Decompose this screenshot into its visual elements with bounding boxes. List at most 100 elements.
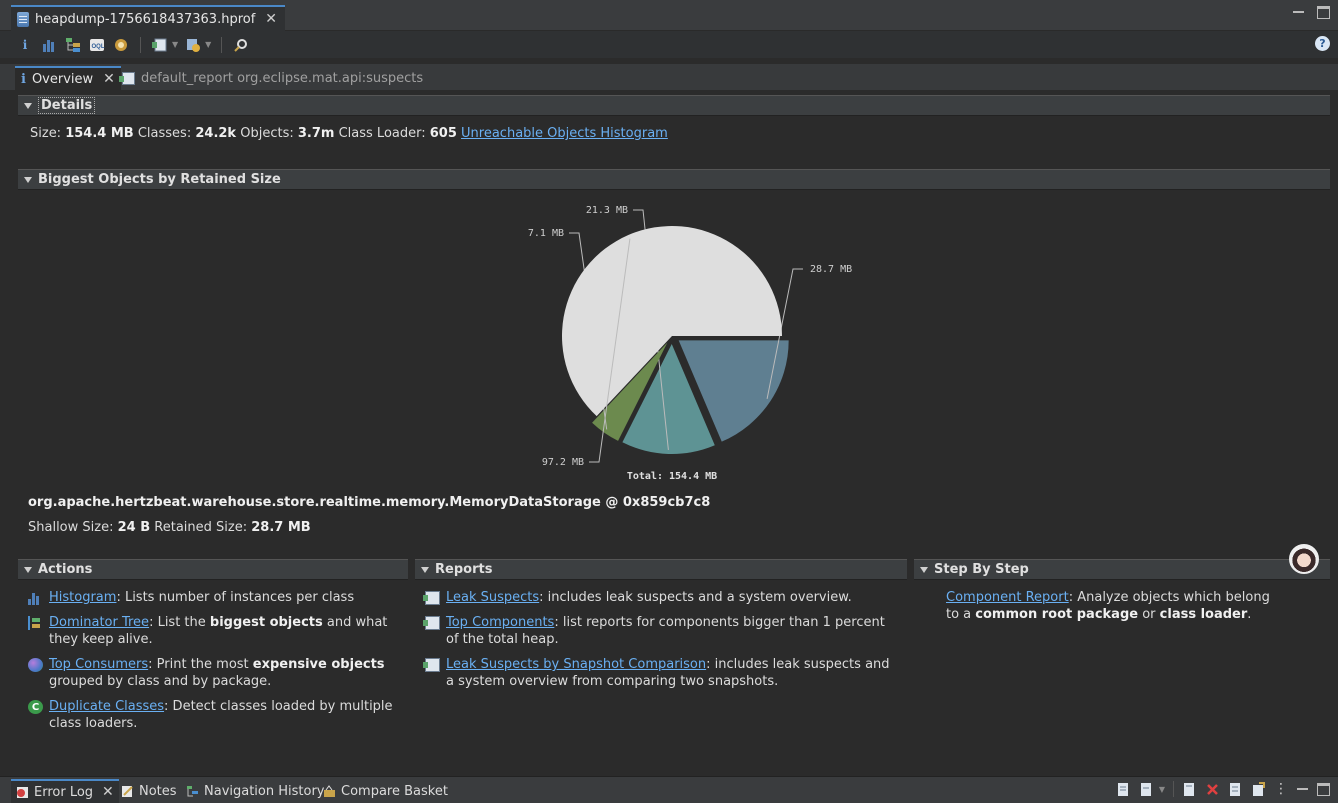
editor-tabbar: heapdump-1756618437363.hprof ✕ xyxy=(0,0,1338,31)
component-desc-post: . xyxy=(1247,607,1252,622)
info-icon: i xyxy=(21,71,26,87)
heap-dump-overview-icon[interactable] xyxy=(112,36,130,54)
notes-icon xyxy=(122,785,133,797)
snapshot-comparison-link[interactable]: Leak Suspects by Snapshot Comparison xyxy=(446,657,706,672)
list-item: Component Report: Analyze objects which … xyxy=(946,589,1286,623)
delete-log-icon[interactable] xyxy=(1205,782,1220,797)
list-item: Top Consumers: Print the most expensive … xyxy=(28,656,398,690)
report-icon xyxy=(119,71,135,85)
details-summary: Size: 154.4 MB Classes: 24.2k Objects: 3… xyxy=(30,126,668,141)
tab-notes-label: Notes xyxy=(139,783,177,799)
reports-header[interactable]: Reports xyxy=(415,559,907,580)
tab-error-log-label: Error Log xyxy=(34,784,94,800)
import-log-icon[interactable] xyxy=(1139,782,1154,797)
report-icon xyxy=(423,591,440,605)
navigation-history-icon xyxy=(187,785,198,796)
toolbar-separator xyxy=(1173,781,1174,797)
view-menu-icon[interactable]: ⋮ xyxy=(1274,781,1288,797)
classes-label: Classes: xyxy=(137,126,192,141)
biggest-object-name: org.apache.hertzbeat.warehouse.store.rea… xyxy=(28,495,711,510)
report-icon xyxy=(423,616,440,630)
duplicate-classes-link[interactable]: Duplicate Classes xyxy=(49,699,164,714)
editor-tab-title: heapdump-1756618437363.hprof xyxy=(35,11,256,27)
class-loader-label: Class Loader: xyxy=(338,126,426,141)
tab-default-report[interactable]: default_report org.eclipse.mat.api:suspe… xyxy=(116,66,429,90)
size-label: Size: xyxy=(30,126,62,141)
clear-log-icon[interactable] xyxy=(1182,782,1197,797)
toolbar: i OQL ▼ ▼ ? xyxy=(0,31,1338,58)
unreachable-histogram-link[interactable]: Unreachable Objects Histogram xyxy=(461,126,668,141)
dominator-tree-link[interactable]: Dominator Tree xyxy=(49,615,149,630)
component-desc-bold1: common root package xyxy=(975,607,1139,622)
tab-notes[interactable]: Notes xyxy=(116,779,182,803)
component-report-link[interactable]: Component Report xyxy=(946,590,1069,605)
objects-label: Objects: xyxy=(240,126,294,141)
actions-list: Histogram: Lists number of instances per… xyxy=(28,589,398,740)
minimize-icon[interactable] xyxy=(1296,783,1309,796)
biggest-objects-title: Biggest Objects by Retained Size xyxy=(38,172,281,187)
open-log-icon[interactable] xyxy=(1228,782,1243,797)
close-icon[interactable]: ✕ xyxy=(265,12,277,26)
export-log-icon[interactable] xyxy=(1116,782,1131,797)
step-by-step-title: Step By Step xyxy=(934,562,1029,577)
histogram-link[interactable]: Histogram xyxy=(49,590,116,605)
close-icon[interactable]: ✕ xyxy=(103,72,115,86)
consumers-desc-post: grouped by class and by package. xyxy=(49,674,272,689)
maximize-icon[interactable] xyxy=(1317,782,1330,796)
help-icon[interactable]: ? xyxy=(1315,36,1330,51)
toolbar-separator xyxy=(221,36,223,53)
minimize-icon[interactable] xyxy=(1292,6,1305,19)
query-browser-icon[interactable] xyxy=(151,36,169,54)
details-header[interactable]: Details xyxy=(18,95,1330,116)
dominator-desc-bold: biggest objects xyxy=(209,615,323,630)
overview-content: Details Size: 154.4 MB Classes: 24.2k Ob… xyxy=(0,90,1338,770)
chevron-down-icon[interactable]: ▼ xyxy=(205,40,211,49)
histogram-icon[interactable] xyxy=(40,36,58,54)
component-desc-mid: or xyxy=(1138,607,1160,622)
editor-tab-heapdump[interactable]: heapdump-1756618437363.hprof ✕ xyxy=(11,5,286,31)
leak-desc: : includes leak suspects and a system ov… xyxy=(539,590,852,605)
step-by-step-header[interactable]: Step By Step xyxy=(914,559,1330,580)
dominator-tree-icon[interactable] xyxy=(64,36,82,54)
tab-error-log[interactable]: Error Log ✕ xyxy=(11,779,119,803)
collapse-icon xyxy=(24,566,32,573)
duplicate-classes-icon: C xyxy=(28,700,43,714)
actions-header[interactable]: Actions xyxy=(18,559,408,580)
leak-suspects-link[interactable]: Leak Suspects xyxy=(446,590,539,605)
list-item: Leak Suspects: includes leak suspects an… xyxy=(423,589,900,606)
chevron-down-icon[interactable]: ▼ xyxy=(172,40,178,49)
pie-total-label: Total: 154.4 MB xyxy=(627,471,717,482)
dominator-desc-pre: : List the xyxy=(149,615,210,630)
assistant-avatar[interactable] xyxy=(1289,544,1319,574)
top-components-link[interactable]: Top Components xyxy=(446,615,554,630)
details-title: Details xyxy=(38,97,96,114)
tab-compare-basket[interactable]: Compare Basket xyxy=(318,779,453,803)
dominator-tree-icon xyxy=(28,616,43,630)
chevron-down-icon[interactable]: ▼ xyxy=(1159,785,1165,794)
compare-basket-icon xyxy=(324,784,335,797)
maximize-icon[interactable] xyxy=(1317,6,1330,19)
restore-log-icon[interactable] xyxy=(1251,781,1266,797)
histogram-icon xyxy=(28,591,43,605)
classes-value: 24.2k xyxy=(195,126,237,141)
biggest-objects-header[interactable]: Biggest Objects by Retained Size xyxy=(18,169,1330,190)
top-consumers-link[interactable]: Top Consumers xyxy=(49,657,148,672)
error-log-icon xyxy=(17,786,28,798)
retained-size-label: Retained Size: xyxy=(154,520,248,535)
tab-overview[interactable]: i Overview ✕ xyxy=(15,66,121,90)
reports-list: Leak Suspects: includes leak suspects an… xyxy=(423,589,900,698)
tab-overview-label: Overview xyxy=(31,71,94,87)
close-icon[interactable]: ✕ xyxy=(102,785,114,799)
biggest-object-sizes: Shallow Size: 24 B Retained Size: 28.7 M… xyxy=(28,520,311,535)
tab-navigation-history[interactable]: Navigation History xyxy=(181,779,330,803)
search-icon[interactable] xyxy=(232,36,250,54)
info-icon[interactable]: i xyxy=(16,36,34,54)
pie-slice-label: 21.3 MB xyxy=(586,205,628,216)
bottom-toolbar: ▼ ⋮ xyxy=(1116,781,1330,797)
shallow-size-label: Shallow Size: xyxy=(28,520,114,535)
inner-tabbar: i Overview ✕ default_report org.eclipse.… xyxy=(0,64,1338,90)
tab-report-label: default_report org.eclipse.mat.api:suspe… xyxy=(141,70,424,86)
oql-icon[interactable]: OQL xyxy=(88,36,106,54)
find-object-icon[interactable] xyxy=(184,36,202,54)
collapse-icon xyxy=(421,566,429,573)
